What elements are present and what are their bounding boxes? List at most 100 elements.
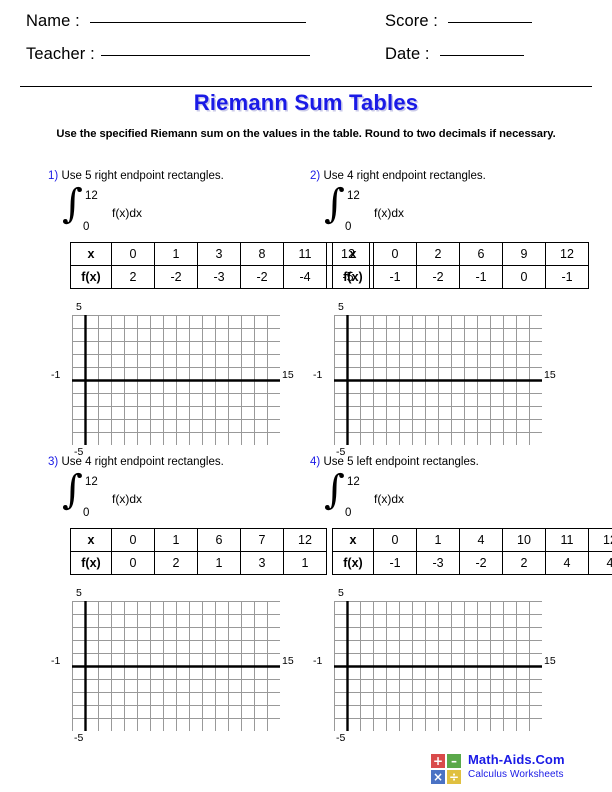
fx-cell: 1	[197, 551, 241, 575]
value-table: x 0 1 4 10 11 12 f(x) -1 -3 -2 2 4 4	[332, 528, 612, 575]
name-row: Name :	[26, 12, 306, 42]
fx-cell: -1	[373, 551, 417, 575]
integral-expression: ∫ 12 0 f(x)dx	[62, 470, 328, 526]
fx-cell: 4	[588, 551, 612, 575]
x-cell: 1	[416, 528, 460, 552]
fx-cell: 2	[502, 551, 546, 575]
problem-1: 1) Use 5 right endpoint rectangles. ∫ 12…	[48, 170, 370, 461]
table-row-x: x 0 1 6 7 12	[70, 528, 327, 552]
x-cell: 8	[240, 242, 284, 266]
problem-4: 4) Use 5 left endpoint rectangles. ∫ 12 …	[310, 456, 612, 747]
x-cell: 2	[416, 242, 460, 266]
coordinate-grid	[72, 315, 280, 445]
fx-cell: -3	[197, 265, 241, 289]
problem-text: Use 5 left endpoint rectangles.	[323, 456, 479, 468]
table-row-x: x 0 2 6 9 12	[332, 242, 589, 266]
teacher-blank[interactable]	[100, 55, 310, 56]
fx-cell: 2	[154, 551, 198, 575]
answer-graph[interactable]: 5 -5 -1 15	[51, 301, 294, 461]
integral-sign: ∫	[62, 467, 83, 513]
fx-cell: 4	[545, 551, 589, 575]
date-label: Date :	[385, 45, 430, 63]
x-row-label: x	[332, 528, 374, 552]
fx-cell: -1	[373, 265, 417, 289]
value-table: x 0 1 6 7 12 f(x) 0 2 1 3 1	[70, 528, 327, 575]
worksheet-header: Name : Teacher : Score : Date :	[0, 0, 612, 82]
math-aids-logo: + – × ÷	[430, 753, 462, 785]
x-cell: 12	[588, 528, 612, 552]
x-cell: 0	[373, 242, 417, 266]
name-blank[interactable]	[89, 22, 306, 23]
x-row-label: x	[70, 528, 112, 552]
x-cell: 0	[111, 242, 155, 266]
integral-expression: ∫ 12 0 f(x)dx	[324, 470, 590, 526]
instructions: Use the specified Riemann sum on the val…	[56, 128, 556, 140]
fx-cell: -1	[545, 265, 589, 289]
name-label: Name :	[26, 12, 80, 30]
x-cell: 4	[459, 528, 503, 552]
fx-cell: 2	[111, 265, 155, 289]
table-row-x: x 0 1 4 10 11 12	[332, 528, 612, 552]
fx-cell: -2	[459, 551, 503, 575]
fx-cell: 0	[502, 265, 546, 289]
integral-upper-limit: 12	[347, 476, 360, 488]
value-table: x 0 2 6 9 12 f(x) -1 -2 -1 0 -1	[332, 242, 589, 289]
integral-upper-limit: 12	[347, 190, 360, 202]
table-row-fx: f(x) 0 2 1 3 1	[70, 551, 327, 575]
problem-text: Use 5 right endpoint rectangles.	[61, 170, 224, 182]
problem-number: 1)	[48, 170, 59, 182]
integral-integrand: f(x)dx	[374, 492, 404, 506]
coordinate-grid	[334, 315, 542, 445]
x-cell: 6	[197, 528, 241, 552]
x-axis-max-label: 15	[282, 369, 294, 381]
integral-sign: ∫	[324, 181, 345, 227]
integral-expression: ∫ 12 0 f(x)dx	[324, 184, 590, 240]
teacher-label: Teacher :	[26, 45, 95, 63]
integral-lower-limit: 0	[345, 507, 352, 519]
x-row-label: x	[332, 242, 374, 266]
integral-integrand: f(x)dx	[112, 206, 142, 220]
coordinate-grid	[334, 601, 542, 731]
x-cell: 7	[240, 528, 284, 552]
answer-graph[interactable]: 5 -5 -1 15	[313, 587, 556, 747]
fx-row-label: f(x)	[70, 265, 112, 289]
site-footer: + – × ÷ Math-Aids.Com Calculus Worksheet…	[430, 752, 600, 788]
score-blank[interactable]	[447, 22, 532, 23]
page-title: Riemann Sum Tables	[193, 90, 419, 115]
fx-row-label: f(x)	[332, 551, 374, 575]
problem-prompt: 4) Use 5 left endpoint rectangles.	[310, 456, 590, 472]
problem-text: Use 4 right endpoint rectangles.	[61, 456, 224, 468]
table-row-fx: f(x) -1 -3 -2 2 4 4	[332, 551, 612, 575]
x-cell: 1	[154, 528, 198, 552]
x-cell: 3	[197, 242, 241, 266]
teacher-row: Teacher :	[26, 45, 310, 75]
integral-sign: ∫	[324, 467, 345, 513]
integral-lower-limit: 0	[345, 221, 352, 233]
logo-text: Math-Aids.Com Calculus Worksheets	[468, 752, 565, 780]
fx-cell: -2	[240, 265, 284, 289]
y-axis-max-label: 5	[338, 587, 344, 599]
fx-cell: -2	[416, 265, 460, 289]
x-cell: 9	[502, 242, 546, 266]
y-axis-max-label: 5	[76, 587, 82, 599]
integral-upper-limit: 12	[85, 476, 98, 488]
fx-cell: 0	[111, 551, 155, 575]
x-cell: 11	[545, 528, 589, 552]
x-axis-min-label: -1	[51, 369, 61, 381]
x-cell: 12	[545, 242, 589, 266]
date-blank[interactable]	[439, 55, 524, 56]
answer-graph[interactable]: 5 -5 -1 15	[51, 587, 294, 747]
date-row: Date :	[385, 45, 524, 75]
integral-integrand: f(x)dx	[112, 492, 142, 506]
fx-row-label: f(x)	[70, 551, 112, 575]
problem-number: 2)	[310, 170, 321, 182]
answer-graph[interactable]: 5 -5 -1 15	[313, 301, 556, 461]
header-divider	[20, 86, 592, 87]
x-cell: 10	[502, 528, 546, 552]
integral-sign: ∫	[62, 181, 83, 227]
x-cell: 0	[373, 528, 417, 552]
problem-prompt: 3) Use 4 right endpoint rectangles.	[48, 456, 328, 472]
score-label: Score :	[385, 12, 438, 30]
integral-expression: ∫ 12 0 f(x)dx	[62, 184, 328, 240]
problem-2: 2) Use 4 right endpoint rectangles. ∫ 12…	[310, 170, 590, 461]
